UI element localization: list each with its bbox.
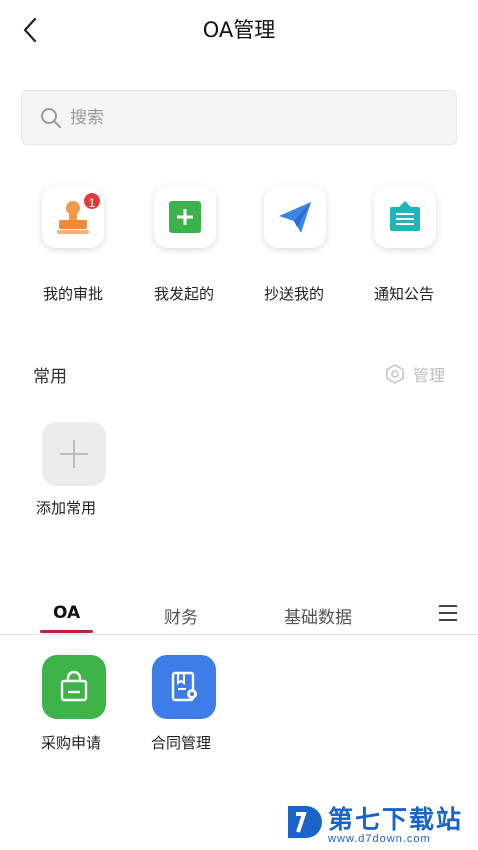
tab-oa[interactable]: OA xyxy=(53,603,80,623)
quick-action-label: 我的审批 xyxy=(42,285,103,303)
app-header: OA管理 xyxy=(0,0,478,58)
quick-action-cc-me[interactable] xyxy=(262,186,328,248)
my-approvals-tile[interactable]: 1 xyxy=(42,186,104,248)
tab-finance[interactable]: 财务 xyxy=(164,603,198,628)
tab-menu-button[interactable] xyxy=(437,603,461,625)
manage-label: 管理 xyxy=(413,366,446,385)
app-contract-management[interactable] xyxy=(152,655,216,719)
site-watermark: 第七下载站 www.d7down.com xyxy=(282,800,478,850)
quick-action-announcements[interactable] xyxy=(372,186,438,248)
cc-me-tile[interactable] xyxy=(264,186,326,248)
plus-icon xyxy=(60,440,88,468)
quick-action-label: 通知公告 xyxy=(373,285,434,303)
app-label: 合同管理 xyxy=(151,734,212,752)
hamburger-menu-icon xyxy=(439,605,457,621)
search-icon xyxy=(41,107,61,128)
contract-icon xyxy=(171,671,197,702)
d7-logo-icon xyxy=(288,806,322,838)
search-input[interactable] xyxy=(70,107,430,128)
announcement-icon xyxy=(390,201,420,231)
category-tabs: OA 财务 基础数据 xyxy=(0,590,478,635)
add-common-label: 添加常用 xyxy=(36,499,97,517)
shopping-bag-icon xyxy=(60,670,88,702)
watermark-name: 第七下载站 xyxy=(328,805,464,834)
quick-action-my-initiated[interactable] xyxy=(152,186,218,248)
search-bar[interactable] xyxy=(21,90,457,145)
paper-plane-icon xyxy=(279,202,311,233)
approval-count-badge: 1 xyxy=(82,191,102,211)
app-label: 采购申请 xyxy=(41,734,102,752)
common-section-title: 常用 xyxy=(33,367,67,387)
tab-basic-data[interactable]: 基础数据 xyxy=(284,603,352,628)
app-purchase-request[interactable] xyxy=(42,655,106,719)
active-tab-indicator xyxy=(40,630,93,633)
manage-button[interactable]: 管理 xyxy=(385,362,445,386)
quick-action-label: 我发起的 xyxy=(153,285,214,303)
plus-square-icon xyxy=(169,201,201,233)
add-common-button[interactable] xyxy=(42,422,106,486)
hexagon-settings-icon xyxy=(386,364,404,384)
quick-action-label: 抄送我的 xyxy=(263,285,324,303)
my-initiated-tile[interactable] xyxy=(154,186,216,248)
page-title: OA管理 xyxy=(202,18,276,42)
announcements-tile[interactable] xyxy=(374,186,436,248)
watermark-url: www.d7down.com xyxy=(328,833,431,845)
quick-action-my-approvals[interactable]: 1 xyxy=(40,186,106,248)
